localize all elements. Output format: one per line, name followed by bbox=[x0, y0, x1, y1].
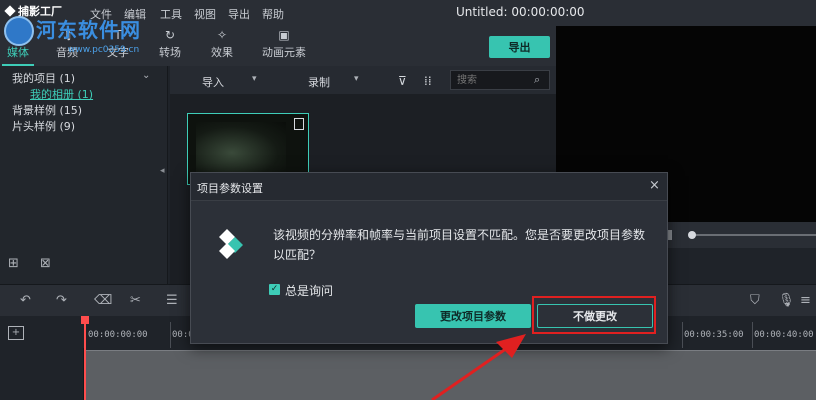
import-chevron-icon[interactable]: ▾ bbox=[252, 74, 257, 84]
transition-icon: ↻ bbox=[164, 28, 176, 42]
dialog-title: 项目参数设置 bbox=[197, 182, 263, 195]
marker-icon[interactable]: ⛉ bbox=[750, 293, 760, 308]
video-editor-app: 捕影工厂 文件 编辑 工具 视图 导出 帮助 Untitled: 00:00:0… bbox=[0, 0, 816, 400]
ruler-tick bbox=[752, 322, 753, 348]
media-sidebar: 我的项目 (1) ⌄ 我的相册 (1) 背景样例 (15) 片头样例 (9) ◂… bbox=[0, 66, 168, 284]
menu-lines-icon[interactable]: ≡ bbox=[800, 293, 811, 308]
ruler-tick-label: 00:00:40:00 bbox=[754, 330, 814, 340]
highlight-box bbox=[532, 296, 656, 334]
delete-folder-icon[interactable]: ⊠ bbox=[40, 256, 51, 271]
collapse-arrow-icon[interactable]: ◂ bbox=[160, 166, 165, 176]
sidebar-item-my-project[interactable]: 我的项目 (1) bbox=[12, 70, 75, 86]
effects-icon: ✧ bbox=[216, 28, 228, 42]
thumbnail-image bbox=[196, 122, 286, 178]
tab-transition-label: 转场 bbox=[159, 46, 181, 59]
menu-help[interactable]: 帮助 bbox=[262, 6, 284, 22]
record-chevron-icon[interactable]: ▾ bbox=[354, 74, 359, 84]
playhead[interactable] bbox=[84, 318, 86, 400]
new-folder-icon[interactable]: ⊞ bbox=[8, 256, 19, 271]
export-button[interactable]: 导出 bbox=[489, 36, 550, 58]
track-header bbox=[0, 348, 84, 400]
search-icon[interactable]: ⌕ bbox=[534, 73, 540, 87]
filter-icon[interactable]: ⊽ bbox=[398, 74, 407, 88]
menu-tools[interactable]: 工具 bbox=[160, 6, 182, 22]
always-ask-checkbox[interactable]: ✓ bbox=[269, 284, 280, 295]
always-ask-label[interactable]: 总是询问 bbox=[285, 282, 333, 299]
menu-export[interactable]: 导出 bbox=[228, 6, 250, 22]
change-settings-button[interactable]: 更改项目参数 bbox=[415, 304, 531, 328]
sidebar-item-backgrounds[interactable]: 背景样例 (15) bbox=[12, 102, 82, 118]
tab-transition[interactable]: ↻ 转场 bbox=[152, 26, 188, 66]
tab-effects[interactable]: ✧ 效果 bbox=[204, 26, 240, 66]
adjust-icon[interactable]: ☰ bbox=[166, 293, 178, 308]
tab-elements-label: 动画元素 bbox=[262, 46, 306, 59]
sidebar-item-my-album[interactable]: 我的相册 (1) bbox=[30, 86, 93, 102]
app-mark-icon bbox=[219, 229, 243, 259]
logo-icon bbox=[4, 5, 16, 17]
sidebar-item-intros[interactable]: 片头样例 (9) bbox=[12, 118, 75, 134]
import-button[interactable]: 导入 bbox=[202, 74, 224, 90]
grid-view-icon[interactable]: ⁞⁞ bbox=[424, 74, 432, 88]
chevron-down-icon[interactable]: ⌄ bbox=[142, 70, 150, 81]
undo-icon[interactable]: ↶ bbox=[20, 293, 31, 308]
microphone-icon[interactable]: 🎙 bbox=[778, 293, 795, 308]
close-icon[interactable]: × bbox=[649, 178, 660, 193]
ruler-tick bbox=[682, 322, 683, 348]
ruler-tick-label: 00:00:35:00 bbox=[684, 330, 744, 340]
add-track-icon[interactable]: + bbox=[8, 326, 24, 340]
menu-view[interactable]: 视图 bbox=[194, 6, 216, 22]
ruler-tick-label: 00:00:00:00 bbox=[88, 330, 148, 340]
preview-progress-track[interactable] bbox=[694, 234, 816, 236]
tab-media-label: 媒体 bbox=[7, 46, 29, 59]
media-toolbar: 导入 ▾ 录制 ▾ ⊽ ⁞⁞ ⌕ bbox=[170, 66, 556, 94]
dialog-message: 该视频的分辨率和帧率与当前项目设置不匹配。您是否要更改项目参数以匹配？ bbox=[273, 228, 646, 262]
preview-progress-knob[interactable] bbox=[688, 231, 696, 239]
dialog-header: 项目参数设置 × bbox=[191, 173, 667, 201]
film-icon bbox=[294, 118, 304, 130]
record-button[interactable]: 录制 bbox=[308, 74, 330, 90]
ruler-tick bbox=[170, 322, 171, 348]
redo-icon[interactable]: ↷ bbox=[56, 293, 67, 308]
tab-elements[interactable]: ▣ 动画元素 bbox=[256, 26, 312, 66]
watermark-url: www.pc0359.cn bbox=[68, 45, 140, 55]
watermark-logo bbox=[4, 16, 34, 46]
scissors-icon[interactable]: ✂ bbox=[130, 293, 141, 308]
tab-effects-label: 效果 bbox=[211, 46, 233, 59]
image-icon: ▣ bbox=[278, 28, 290, 42]
window-title: Untitled: 00:00:00:00 bbox=[456, 5, 585, 19]
trash-icon[interactable]: ⌫ bbox=[94, 293, 112, 308]
video-track[interactable] bbox=[84, 350, 816, 400]
watermark-text: 河东软件网 bbox=[36, 18, 141, 42]
